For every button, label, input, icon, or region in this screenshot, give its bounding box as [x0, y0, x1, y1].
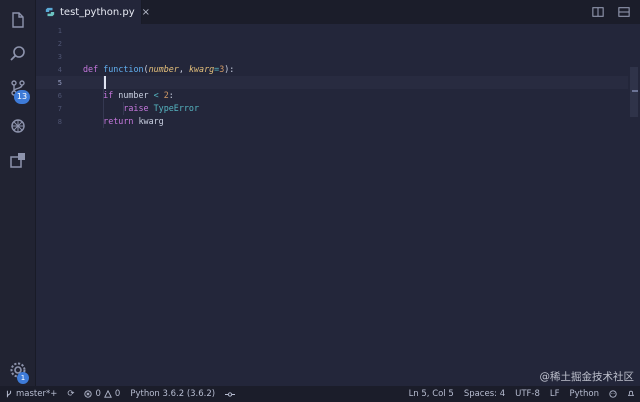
extensions-icon[interactable] — [8, 150, 28, 170]
indentation[interactable]: Spaces: 4 — [459, 389, 510, 399]
settings-badge: 1 — [17, 372, 29, 384]
line-number: 8 — [57, 118, 62, 126]
activity-bar: 13 1 — [0, 0, 36, 386]
problems-indicator[interactable]: 0 0 — [79, 389, 125, 399]
scm-count-badge: 13 — [14, 90, 30, 104]
cursor-overview-mark — [632, 90, 638, 92]
activity-icon[interactable] — [220, 391, 240, 398]
code-token: number — [148, 64, 179, 74]
tab-test-python[interactable]: test_python.py × — [36, 0, 150, 24]
code-token: raise — [123, 103, 149, 113]
watermark: @稀土掘金技术社区 — [539, 371, 635, 383]
bell-icon[interactable] — [622, 390, 640, 398]
python-interpreter[interactable]: Python 3.6.2 (3.6.2) — [125, 389, 220, 399]
close-icon[interactable]: × — [142, 7, 150, 18]
tab-bar: test_python.py × — [36, 0, 640, 24]
python-file-icon — [45, 6, 55, 18]
debug-icon[interactable] — [8, 116, 28, 136]
code-token: , — [178, 64, 189, 74]
tab-filename: test_python.py — [60, 6, 135, 18]
code-token: if — [103, 90, 114, 100]
error-count: 0 — [95, 389, 101, 399]
code-token: function — [103, 64, 144, 74]
code-line: if number < 2: — [83, 89, 174, 102]
split-editor-icon[interactable] — [590, 4, 606, 20]
code-token: return — [103, 116, 134, 126]
encoding[interactable]: UTF-8 — [510, 389, 545, 399]
code-line: raise TypeError — [83, 102, 199, 115]
code-token: TypeError — [153, 103, 199, 113]
line-number: 3 — [57, 53, 62, 61]
line-number: 1 — [57, 27, 62, 35]
warning-icon — [103, 390, 112, 398]
code-token: kwarg — [133, 116, 164, 126]
code-token: number — [113, 90, 154, 100]
line-number: 4 — [57, 66, 62, 74]
sync-button[interactable]: ⟳ — [62, 389, 79, 399]
line-number: 2 — [57, 40, 62, 48]
status-bar: master*+ ⟳ 0 0 Python 3.6.2 (3.6.2) Ln 5… — [0, 386, 640, 402]
cursor-position[interactable]: Ln 5, Col 5 — [404, 389, 459, 399]
current-line-highlight — [36, 76, 628, 89]
editor-scrollbar[interactable] — [628, 24, 640, 386]
text-cursor — [104, 76, 106, 89]
code-line: def function(number, kwarg=3): — [83, 63, 234, 76]
line-number: 7 — [57, 105, 62, 113]
sync-icon: ⟳ — [67, 389, 75, 399]
code-token: kwarg — [188, 64, 215, 74]
warning-count: 0 — [114, 389, 121, 399]
code-token: ): — [224, 64, 235, 74]
code-token: : — [168, 90, 174, 100]
scroll-thumb[interactable] — [630, 67, 638, 117]
line-number: 6 — [57, 92, 62, 100]
code-editor[interactable]: 1 2 3 4 5 6 7 8 def function(number, kwa… — [36, 24, 628, 386]
branch-indicator[interactable]: master*+ — [0, 389, 62, 399]
branch-name: master*+ — [16, 389, 58, 399]
line-number-gutter: 1 2 3 4 5 6 7 8 — [36, 24, 66, 386]
line-ending[interactable]: LF — [545, 389, 565, 399]
line-number: 5 — [57, 79, 62, 87]
code-token: def — [83, 64, 99, 74]
branch-icon — [6, 390, 12, 398]
search-icon[interactable] — [8, 44, 28, 64]
error-icon — [84, 390, 93, 398]
language-mode[interactable]: Python — [565, 389, 604, 399]
more-icon[interactable] — [616, 4, 632, 20]
files-icon[interactable] — [8, 10, 28, 30]
code-line: return kwarg — [83, 115, 164, 128]
feedback-icon[interactable] — [604, 390, 622, 398]
